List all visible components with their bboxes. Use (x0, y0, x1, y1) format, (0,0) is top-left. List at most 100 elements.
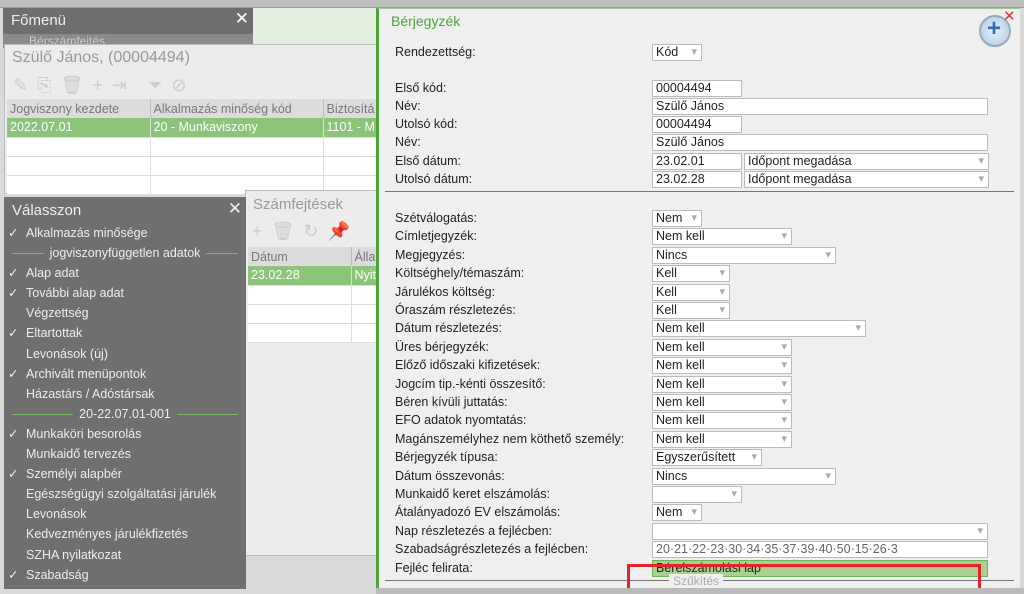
check-icon: ✓ (8, 467, 19, 482)
table-row[interactable]: 23.02.28 Nyit (248, 266, 383, 286)
option-dropdown[interactable]: Nem kell (652, 228, 792, 246)
date-field[interactable]: 23.02.28 (652, 171, 742, 188)
text-field[interactable]: Szülő János (652, 134, 988, 151)
date-field[interactable]: 23.02.01 (652, 153, 742, 170)
cell: 20 - Munkaviszony (150, 118, 324, 138)
list-item-label: SZHA nyilatkozat (26, 547, 122, 562)
clear-filter-icon[interactable]: ⊘ (171, 75, 186, 96)
table-row[interactable]: 2022.07.01 20 - Munkaviszony 1101 - M (7, 118, 379, 138)
option-dropdown[interactable]: Nem kell (652, 375, 792, 393)
field-label: Béren kívüli juttatás: (395, 395, 508, 409)
list-item[interactable]: SZHA nyilatkozat (4, 545, 246, 565)
list-item[interactable]: ✓ Alkalmazás minősége (4, 223, 246, 243)
list-item[interactable]: ✓ További alap adat (4, 283, 246, 303)
field-label: Munkaidő keret elszámolás: (395, 487, 550, 501)
list-item-label: Alkalmazás minősége (26, 226, 148, 240)
check-icon: ✓ (8, 366, 19, 381)
cell: 23.02.28 (248, 266, 352, 286)
field-label: Költséghely/témaszám: (395, 266, 525, 281)
field-label: Utolsó kód: (395, 117, 458, 131)
field-label: Járulékos költség: (395, 284, 496, 299)
day-detail-dropdown[interactable] (652, 522, 988, 540)
payroll-title: Számfejtések (253, 196, 344, 213)
option-dropdown[interactable]: Kell (652, 302, 730, 319)
list-item-label: Alap adat (26, 266, 79, 281)
list-item-label: Házastárs / Adóstársak (26, 386, 155, 401)
column-header[interactable]: Biztosítá (323, 99, 379, 118)
list-item-label: Munkaidő tervezés (26, 447, 131, 462)
list-item[interactable]: Kedvezményes járulékfizetés (4, 524, 246, 544)
option-dropdown[interactable]: Nem kell (652, 412, 792, 430)
list-item[interactable]: Munkaidő tervezés (4, 444, 246, 464)
cell: 2022.07.01 (7, 118, 151, 138)
text-field[interactable]: Szülő János (652, 98, 988, 115)
close-icon[interactable]: ✕ (235, 9, 249, 29)
list-item[interactable]: Levonások (4, 504, 246, 524)
option-dropdown[interactable]: Nem kell (652, 357, 792, 375)
import-icon[interactable]: ⇥ (112, 75, 127, 96)
text-field[interactable]: 00004494 (652, 116, 742, 133)
list-item[interactable]: ✓ Munkaköri besorolás (4, 424, 246, 444)
close-icon[interactable]: ✕ (1003, 7, 1016, 25)
option-dropdown[interactable]: Egyszerűsített (652, 449, 762, 467)
list-item[interactable]: ✓ Eltartottak (4, 323, 246, 343)
field-label: Óraszám részletezés: (395, 303, 516, 317)
text-field[interactable]: 00004494 (652, 80, 742, 97)
section-separator: 20-22.07.01-001 (4, 404, 246, 424)
date-mode-dropdown[interactable]: Időpont megadása (744, 153, 989, 170)
option-dropdown[interactable] (652, 486, 742, 503)
option-dropdown[interactable]: Nincs (652, 246, 836, 264)
field-label: Szabadságrészletezés a fejlécben: (395, 542, 589, 557)
column-header[interactable]: Dátum (248, 247, 352, 266)
payslip-dialog: Bérjegyzék + ✕ Rendezettség:KódElső kód:… (376, 7, 1020, 592)
list-item-label: Kedvezményes járulékfizetés (26, 527, 188, 542)
option-dropdown[interactable]: Nem kell (652, 338, 792, 356)
add-icon[interactable]: + (252, 221, 263, 242)
check-icon: ✓ (8, 567, 19, 582)
list-item-label: Archivált menüpontok (26, 366, 147, 381)
option-dropdown[interactable]: Kell (652, 265, 730, 283)
leave-detail-field[interactable]: 20·21·22·23·30·34·35·37·39·40·50·15·26·3 (652, 541, 988, 559)
option-dropdown[interactable]: Nem kell (652, 320, 866, 338)
export-icon[interactable]: ⎘ (37, 75, 51, 96)
list-item[interactable]: Levonások (új) (4, 344, 246, 364)
list-item[interactable]: ✓ Archivált menüpontok (4, 364, 246, 384)
option-dropdown[interactable]: Nem (652, 210, 702, 227)
field-label: Első kód: (395, 81, 447, 95)
payroll-table: Dátum Álla 23.02.28 Nyit (248, 247, 383, 343)
pin-icon[interactable]: 📌 (327, 221, 349, 242)
add-icon[interactable]: + (92, 75, 103, 96)
field-label: Fejléc felirata: (395, 560, 473, 575)
list-item[interactable]: Egészségügyi szolgáltatási járulék (4, 484, 246, 504)
section-separator: jogviszonyfüggetlen adatok (4, 243, 246, 263)
option-dropdown[interactable]: Nem kell (652, 430, 792, 448)
column-header[interactable]: Jogviszony kezdete (7, 99, 151, 118)
list-item[interactable]: ✓ Alap adat (4, 263, 246, 283)
column-header[interactable]: Alkalmazás minőség kód (150, 99, 324, 118)
date-mode-dropdown[interactable]: Időpont megadása (744, 171, 989, 188)
edit-icon[interactable]: ✎ (13, 75, 28, 96)
filter-icon[interactable]: ⏷ (148, 75, 162, 96)
trash-icon[interactable]: 🗑 (61, 75, 84, 96)
option-dropdown[interactable]: Nincs (652, 467, 836, 485)
list-item[interactable]: Végzettség (4, 303, 246, 323)
option-dropdown[interactable]: Nem kell (652, 394, 792, 411)
field-label: Átalányadozó EV elszámolás: (395, 505, 561, 520)
refresh-icon[interactable]: ↻ (303, 221, 318, 242)
list-item[interactable]: Házastárs / Adóstársak (4, 384, 246, 404)
trash-icon[interactable]: 🗑 (272, 221, 295, 242)
list-item-label: Személyi alapbér (26, 467, 122, 482)
check-icon: ✓ (8, 226, 19, 240)
field-label: Magánszemélyhez nem köthető személy: (395, 431, 625, 446)
option-dropdown[interactable]: Kell (652, 283, 730, 301)
close-icon[interactable]: ✕ (228, 199, 242, 219)
list-item[interactable]: ✓ Személyi alapbér (4, 464, 246, 484)
background-area (252, 8, 382, 48)
option-dropdown[interactable]: Nem (652, 504, 702, 522)
sort-dropdown[interactable]: Kód (652, 44, 702, 61)
field-label: Rendezettség: (395, 45, 476, 59)
cell: 1101 - M (323, 118, 379, 138)
list-item-label: Levonások (26, 507, 87, 522)
list-item-label: Levonások (új) (26, 346, 108, 361)
list-item[interactable]: ✓ Szabadság (4, 565, 246, 585)
